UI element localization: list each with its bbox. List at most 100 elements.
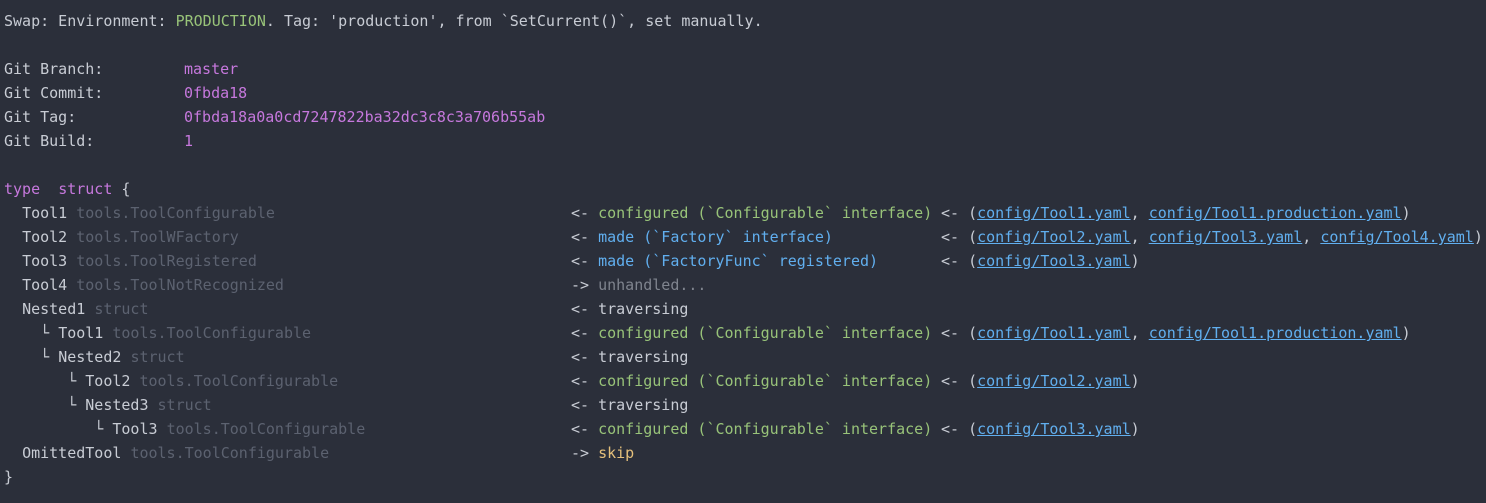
field-status: <- traversing — [571, 297, 688, 321]
field-status: <- configured (`Configurable` interface) — [571, 201, 932, 225]
git-value: 0fbda18 — [184, 84, 248, 102]
config-file-link[interactable]: config/Tool2.yaml — [977, 372, 1131, 390]
status-arrow: <- — [571, 420, 590, 438]
tree-branch-glyph: └ — [22, 396, 86, 414]
status-text: configured (`Configurable` interface) — [598, 204, 933, 222]
field-type: struct — [94, 300, 149, 318]
git-label: Git Branch: — [4, 60, 104, 78]
status-text: configured (`Configurable` interface) — [598, 372, 933, 390]
field-type: tools.ToolConfigurable — [139, 372, 339, 390]
git-row: Git Tag: 0fbda18a0a0cd7247822ba32dc3c8c3a… — [4, 105, 545, 129]
config-file-link[interactable]: config/Tool3.yaml — [977, 420, 1131, 438]
tree-branch-glyph: └ — [22, 324, 59, 342]
field-name: Tool3 — [22, 252, 68, 270]
status-text: traversing — [598, 300, 689, 318]
struct-field-row: └ Tool3 tools.ToolConfigurable <- configu… — [4, 417, 1139, 441]
field-type: struct — [130, 348, 185, 366]
config-file-link[interactable]: config/Tool1.yaml — [977, 324, 1131, 342]
struct-field-row: Nested1 struct <- traversing — [4, 297, 688, 321]
status-text: made (`Factory` interface) — [598, 228, 833, 246]
tree-branch-glyph: └ — [22, 420, 113, 438]
field-name: Tool4 — [22, 276, 68, 294]
type-declaration: type struct { — [4, 177, 130, 201]
struct-field-row: └ Tool2 tools.ToolConfigurable <- configu… — [4, 369, 1139, 393]
field-type: tools.ToolNotRecognized — [76, 276, 284, 294]
git-value: 1 — [184, 132, 194, 150]
status-arrow: <- — [571, 348, 590, 366]
field-name: Tool1 — [58, 324, 104, 342]
field-name: Nested1 — [22, 300, 86, 318]
config-file-link[interactable]: config/Tool1.yaml — [977, 204, 1131, 222]
status-arrow: -> — [571, 444, 590, 462]
field-name: Nested2 — [58, 348, 122, 366]
struct-keyword: struct — [58, 180, 113, 198]
field-status: -> skip — [571, 441, 634, 465]
status-arrow: <- — [571, 204, 590, 222]
field-status: <- traversing — [571, 393, 688, 417]
git-row: Git Build: 1 — [4, 129, 193, 153]
struct-field-row: Tool1 tools.ToolConfigurable <- configure… — [4, 201, 1411, 225]
field-status: -> unhandled... — [571, 273, 706, 297]
field-name: Tool2 — [22, 228, 68, 246]
field-type: tools.ToolWFactory — [76, 228, 239, 246]
field-type: tools.ToolConfigurable — [166, 420, 366, 438]
struct-field-row: OmittedTool tools.ToolConfigurable -> ski… — [4, 441, 634, 465]
field-type: tools.ToolConfigurable — [130, 444, 330, 462]
status-text: traversing — [598, 348, 689, 366]
field-name: Tool3 — [112, 420, 158, 438]
field-name: Tool2 — [85, 372, 131, 390]
swap-suffix: . Tag: 'production', from `SetCurrent()`… — [265, 12, 763, 30]
config-sources: <- (config/Tool2.yaml) — [941, 372, 1140, 390]
environment-value: PRODUCTION — [175, 12, 266, 30]
field-type: tools.ToolRegistered — [76, 252, 257, 270]
type-keyword: type — [4, 180, 41, 198]
config-sources: <- (config/Tool1.yaml, config/Tool1.prod… — [941, 324, 1411, 342]
struct-field-row: └ Nested3 struct <- traversing — [4, 393, 688, 417]
status-text: traversing — [598, 396, 689, 414]
field-type: tools.ToolConfigurable — [112, 324, 312, 342]
config-sources: <- (config/Tool1.yaml, config/Tool1.prod… — [941, 204, 1411, 222]
field-status: <- configured (`Configurable` interface) — [571, 417, 932, 441]
git-label: Git Build: — [4, 132, 95, 150]
git-value: master — [184, 60, 239, 78]
field-type: struct — [157, 396, 212, 414]
field-status: <- made (`FactoryFunc` registered) — [571, 249, 878, 273]
field-status: <- made (`Factory` interface) — [571, 225, 833, 249]
status-text: unhandled... — [598, 276, 707, 294]
struct-field-row: Tool2 tools.ToolWFactory <- made (`Factor… — [4, 225, 1483, 249]
status-text: skip — [598, 444, 635, 462]
field-type: tools.ToolConfigurable — [76, 204, 275, 222]
field-status: <- configured (`Configurable` interface) — [571, 321, 932, 345]
swap-line: Swap: Environment: PRODUCTION. Tag: 'pro… — [4, 9, 763, 33]
git-value: 0fbda18a0a0cd7247822ba32dc3c8c3a706b55ab — [184, 108, 546, 126]
config-file-link[interactable]: config/Tool3.yaml — [1149, 228, 1303, 246]
open-brace: { — [121, 180, 131, 198]
field-status: <- configured (`Configurable` interface) — [571, 369, 932, 393]
config-file-link[interactable]: config/Tool1.production.yaml — [1149, 324, 1402, 342]
config-file-link[interactable]: config/Tool1.production.yaml — [1149, 204, 1402, 222]
config-sources: <- (config/Tool2.yaml, config/Tool3.yaml… — [941, 228, 1483, 246]
struct-field-row: └ Tool1 tools.ToolConfigurable <- configu… — [4, 321, 1411, 345]
tree-branch-glyph: └ — [22, 372, 86, 390]
struct-field-row: Tool4 tools.ToolNotRecognized -> unhandle… — [4, 273, 706, 297]
status-arrow: -> — [571, 276, 590, 294]
status-text: made (`FactoryFunc` registered) — [598, 252, 879, 270]
config-sources: <- (config/Tool3.yaml) — [941, 252, 1140, 270]
git-label: Git Commit: — [4, 84, 104, 102]
close-brace: } — [4, 468, 14, 486]
status-text: configured (`Configurable` interface) — [598, 324, 933, 342]
tree-branch-glyph: └ — [22, 348, 59, 366]
field-name: Nested3 — [85, 396, 149, 414]
status-arrow: <- — [571, 372, 590, 390]
git-label: Git Tag: — [4, 108, 77, 126]
config-file-link[interactable]: config/Tool2.yaml — [977, 228, 1131, 246]
status-arrow: <- — [571, 228, 590, 246]
status-arrow: <- — [571, 396, 590, 414]
field-name: Tool1 — [22, 204, 68, 222]
git-row: Git Commit: 0fbda18 — [4, 81, 247, 105]
status-arrow: <- — [571, 252, 590, 270]
config-file-link[interactable]: config/Tool3.yaml — [977, 252, 1131, 270]
status-arrow: <- — [571, 324, 590, 342]
status-text: configured (`Configurable` interface) — [598, 420, 933, 438]
config-file-link[interactable]: config/Tool4.yaml — [1320, 228, 1474, 246]
